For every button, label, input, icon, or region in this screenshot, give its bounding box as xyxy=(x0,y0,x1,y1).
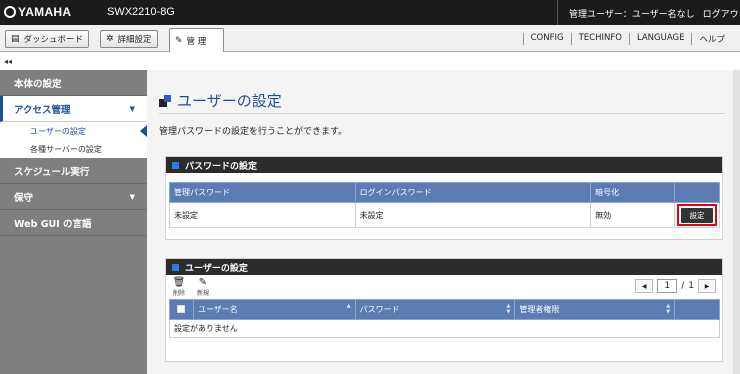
panel-header: パスワードの設定 xyxy=(166,157,722,173)
new-user-button[interactable]: ✎ 新規 xyxy=(196,277,210,297)
page-number-input[interactable]: 1 xyxy=(657,279,678,293)
column-header xyxy=(674,299,720,320)
help-link[interactable]: ヘルプ xyxy=(691,33,732,45)
tab-bar: ▤ ダッシュボード ✲ 詳細設定 ✎ 管 理 CONFIG TECHINFO L… xyxy=(0,25,740,52)
column-header-username[interactable]: ユーザー名 ▲ xyxy=(192,299,356,320)
set-password-button[interactable]: 設定 xyxy=(680,207,713,223)
sidebar-item-label: Web GUI の言語 xyxy=(14,218,92,230)
admin-password-status: 未設定 xyxy=(169,202,356,228)
current-user-label: 管理ユーザー：ユーザー名なし xyxy=(569,10,695,20)
sidebar-subitem-user-settings[interactable]: ユーザーの設定 xyxy=(0,122,147,140)
column-header: 管理パスワード xyxy=(169,182,356,203)
user-toolbar: 🗑 削除 ✎ 新規 ◀ 1 / 1 ▶ xyxy=(166,275,722,299)
sort-icon: ▲ ▼ xyxy=(666,303,671,315)
tab-management-label: 管 理 xyxy=(186,36,207,47)
user-settings-panel: ユーザーの設定 🗑削除 ✎新規 ◀ 1 / 1 ▶ ユーザー名▲ パスワー xyxy=(165,258,723,362)
column-header-password[interactable]: パスワード ▲ ▼ xyxy=(354,299,516,320)
sidebar-item-webgui-language[interactable]: Web GUI の言語 xyxy=(0,210,147,236)
page-title-icon xyxy=(159,94,171,107)
panel-title: ユーザーの設定 xyxy=(185,263,248,274)
top-bar: YAMAHA SWX2210-8G 管理ユーザー：ユーザー名なし ログアウト xyxy=(0,0,740,25)
page-separator: / xyxy=(681,281,685,291)
empty-message: 設定がありません xyxy=(169,319,720,338)
sidebar-subitem-server-settings[interactable]: 各種サーバーの設定 xyxy=(0,140,147,158)
sort-asc-icon: ▲ xyxy=(346,303,351,309)
delete-button[interactable]: 🗑 削除 xyxy=(172,277,186,297)
panel-header: ユーザーの設定 xyxy=(166,259,722,275)
password-settings-panel: パスワードの設定 管理パスワード ログインパスワード 暗号化 未設定 未設定 無… xyxy=(165,156,723,240)
tab-advanced-settings[interactable]: ✲ 詳細設定 xyxy=(100,30,158,48)
column-header-admin[interactable]: 管理者権限 ▲ ▼ xyxy=(514,299,676,320)
page-title-text: ユーザーの設定 xyxy=(177,93,282,110)
main-content: ユーザーの設定 管理パスワードの設定を行うことができます。 パスワードの設定 管… xyxy=(147,70,740,374)
sidebar-item-label: アクセス管理 xyxy=(14,104,71,116)
user-table: ユーザー名 ▲ パスワード ▲ ▼ 管理者権限 ▲ ▼ 設定がありません xyxy=(169,299,720,338)
panel-title: パスワードの設定 xyxy=(185,161,258,172)
tab-dashboard[interactable]: ▤ ダッシュボード xyxy=(5,30,90,48)
new-label: 新規 xyxy=(196,290,209,297)
login-password-status: 未設定 xyxy=(354,202,592,228)
sort-icon: ▲ ▼ xyxy=(506,303,511,315)
select-all-header xyxy=(169,299,194,320)
collapse-sidebar-icon[interactable]: ◂◂ xyxy=(4,57,12,66)
wrench-icon: ✎ xyxy=(175,35,183,46)
config-link[interactable]: CONFIG xyxy=(522,33,571,45)
scrollbar[interactable] xyxy=(733,70,740,374)
column-label: ユーザー名 xyxy=(197,305,238,314)
tab-dashboard-label: ダッシュボード xyxy=(23,35,84,45)
page-total: 1 xyxy=(688,281,694,291)
brand-text: YAMAHA xyxy=(18,5,72,19)
panel-marker-icon xyxy=(172,263,179,271)
gear-icon: ✲ xyxy=(106,34,114,44)
chevron-down-icon: ▼ xyxy=(129,192,135,201)
dashboard-icon: ▤ xyxy=(11,34,20,44)
right-nav: CONFIG TECHINFO LANGUAGE ヘルプ xyxy=(522,33,732,45)
prev-page-button[interactable]: ◀ xyxy=(635,279,654,293)
sidebar-item-label: ユーザーの設定 xyxy=(30,126,86,136)
pagination: ◀ 1 / 1 ▶ xyxy=(635,279,716,293)
sidebar-item-label: 本体の設定 xyxy=(14,78,62,90)
tab-advanced-label: 詳細設定 xyxy=(117,35,152,45)
edit-icon: ✎ xyxy=(198,277,208,288)
password-table: 管理パスワード ログインパスワード 暗号化 未設定 未設定 無効 設定 xyxy=(169,182,721,228)
action-cell: 設定 xyxy=(673,202,721,228)
table-row: 未設定 未設定 無効 設定 xyxy=(169,202,721,228)
table-row: 設定がありません xyxy=(169,319,720,338)
column-header xyxy=(673,182,721,203)
sidebar: 本体の設定 アクセス管理 ▼ ユーザーの設定 各種サーバーの設定 スケジュール実行… xyxy=(0,70,147,374)
sidebar-item-label: 各種サーバーの設定 xyxy=(30,144,102,154)
yamaha-logo: YAMAHA xyxy=(4,5,71,19)
sidebar-item-schedule[interactable]: スケジュール実行 xyxy=(0,158,147,184)
column-header: 暗号化 xyxy=(590,182,675,203)
page-title: ユーザーの設定 xyxy=(159,90,282,111)
sidebar-item-device-settings[interactable]: 本体の設定 xyxy=(0,70,147,96)
trash-icon: 🗑 xyxy=(172,277,186,288)
title-divider xyxy=(159,113,725,114)
select-all-checkbox[interactable] xyxy=(177,304,186,313)
column-label: 管理者権限 xyxy=(519,305,560,314)
column-header: ログインパスワード xyxy=(354,182,592,203)
panel-marker-icon xyxy=(172,161,179,169)
techinfo-link[interactable]: TECHINFO xyxy=(570,33,629,45)
sidebar-item-label: 保守 xyxy=(14,192,34,204)
highlight-box: 設定 xyxy=(676,204,717,226)
sidebar-item-label: スケジュール実行 xyxy=(14,166,90,178)
delete-label: 削除 xyxy=(172,290,185,297)
sidebar-item-access-management[interactable]: アクセス管理 ▼ xyxy=(0,96,147,122)
device-model: SWX2210-8G xyxy=(107,6,175,18)
tuning-fork-logo-icon xyxy=(4,6,16,18)
chevron-down-icon: ▼ xyxy=(129,104,135,113)
tab-management[interactable]: ✎ 管 理 xyxy=(169,28,224,52)
column-label: パスワード xyxy=(359,305,400,314)
sidebar-item-maintenance[interactable]: 保守 ▼ xyxy=(0,184,147,210)
language-link[interactable]: LANGUAGE xyxy=(628,33,692,45)
next-page-button[interactable]: ▶ xyxy=(698,279,716,293)
logout-link[interactable]: ログアウト xyxy=(703,7,740,20)
encryption-status: 無効 xyxy=(590,202,675,228)
page-description: 管理パスワードの設定を行うことができます。 xyxy=(159,127,348,137)
